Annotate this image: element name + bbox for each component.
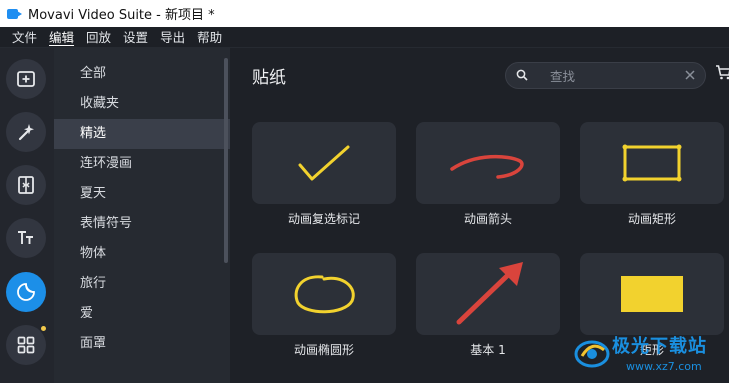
menu-settings[interactable]: 设置: [117, 27, 154, 48]
window-title: Movavi Video Suite - 新项目 *: [28, 8, 215, 23]
grid-icon: [17, 336, 35, 354]
transitions-button[interactable]: [6, 165, 46, 205]
stickers-icon: [17, 283, 35, 301]
sticker-label: 动画箭头: [463, 212, 512, 226]
menu-bar: 文件 编辑 回放 设置 导出 帮助: [0, 27, 729, 48]
magic-wand-icon: [18, 124, 34, 141]
sticker-label: 动画椭圆形: [293, 343, 354, 357]
category-love[interactable]: 爱: [54, 299, 230, 329]
notification-dot: [41, 326, 46, 331]
title-bar: Movavi Video Suite - 新项目 *: [0, 0, 729, 27]
more-tools-button[interactable]: [6, 325, 46, 365]
category-comics[interactable]: 连环漫画: [54, 149, 230, 179]
search-icon: [516, 69, 528, 81]
clear-search-icon[interactable]: [684, 69, 696, 81]
sticker-card-arrow-swoosh[interactable]: [416, 122, 560, 204]
menu-help[interactable]: 帮助: [191, 27, 228, 48]
panel-title: 贴纸: [252, 68, 286, 88]
category-favorites[interactable]: 收藏夹: [54, 89, 230, 119]
category-objects[interactable]: 物体: [54, 239, 230, 269]
checkmark-sticker-icon: [298, 145, 350, 181]
sticker-label: 动画矩形: [627, 212, 676, 226]
filled-rectangle-sticker-icon: [621, 276, 683, 312]
red-arrow-sticker-icon: [456, 262, 523, 325]
sticker-label: 动画复选标记: [287, 212, 360, 226]
category-travel[interactable]: 旅行: [54, 269, 230, 299]
titles-button[interactable]: [6, 218, 46, 258]
search-input[interactable]: [550, 67, 670, 85]
category-masks[interactable]: 面罩: [54, 329, 230, 359]
tool-strip: [0, 48, 54, 383]
watermark-logo-icon: [574, 340, 610, 368]
category-all[interactable]: 全部: [54, 59, 230, 89]
menu-edit[interactable]: 编辑: [43, 27, 80, 48]
sticker-card-rectangle-outline[interactable]: [580, 122, 724, 204]
menu-playback[interactable]: 回放: [80, 27, 117, 48]
rectangle-outline-sticker-icon: [622, 144, 682, 182]
sticker-card-ellipse-outline[interactable]: [252, 253, 396, 335]
sticker-label: 基本 1: [470, 343, 506, 357]
watermark-text: 极光下载站: [612, 336, 707, 357]
movavi-app-icon: [6, 6, 22, 22]
sticker-card-filled-rectangle[interactable]: [580, 253, 724, 335]
transition-icon: [18, 176, 34, 194]
category-scrollbar[interactable]: [224, 58, 228, 263]
stickers-button[interactable]: [6, 272, 46, 312]
sticker-card-checkmark[interactable]: [252, 122, 396, 204]
effects-button[interactable]: [6, 112, 46, 152]
category-summer[interactable]: 夏天: [54, 179, 230, 209]
sticker-card-red-arrow[interactable]: [416, 253, 560, 335]
titles-icon: [18, 231, 33, 244]
category-emoji[interactable]: 表情符号: [54, 209, 230, 239]
menu-export[interactable]: 导出: [154, 27, 191, 48]
sticker-category-list: 全部 收藏夹 精选 连环漫画 夏天 表情符号 物体 旅行 爱 面罩: [54, 48, 230, 383]
watermark-url: www.xz7.com: [626, 360, 702, 373]
cart-icon[interactable]: [715, 64, 729, 80]
arrow-swoosh-sticker-icon: [450, 154, 524, 179]
import-media-button[interactable]: [6, 59, 46, 99]
ellipse-outline-sticker-icon: [294, 275, 355, 314]
site-watermark: 极光下载站 www.xz7.com: [570, 330, 729, 383]
search-box: [505, 62, 706, 89]
category-featured[interactable]: 精选: [54, 119, 230, 149]
menu-file[interactable]: 文件: [6, 27, 43, 48]
add-media-icon: [17, 71, 35, 87]
